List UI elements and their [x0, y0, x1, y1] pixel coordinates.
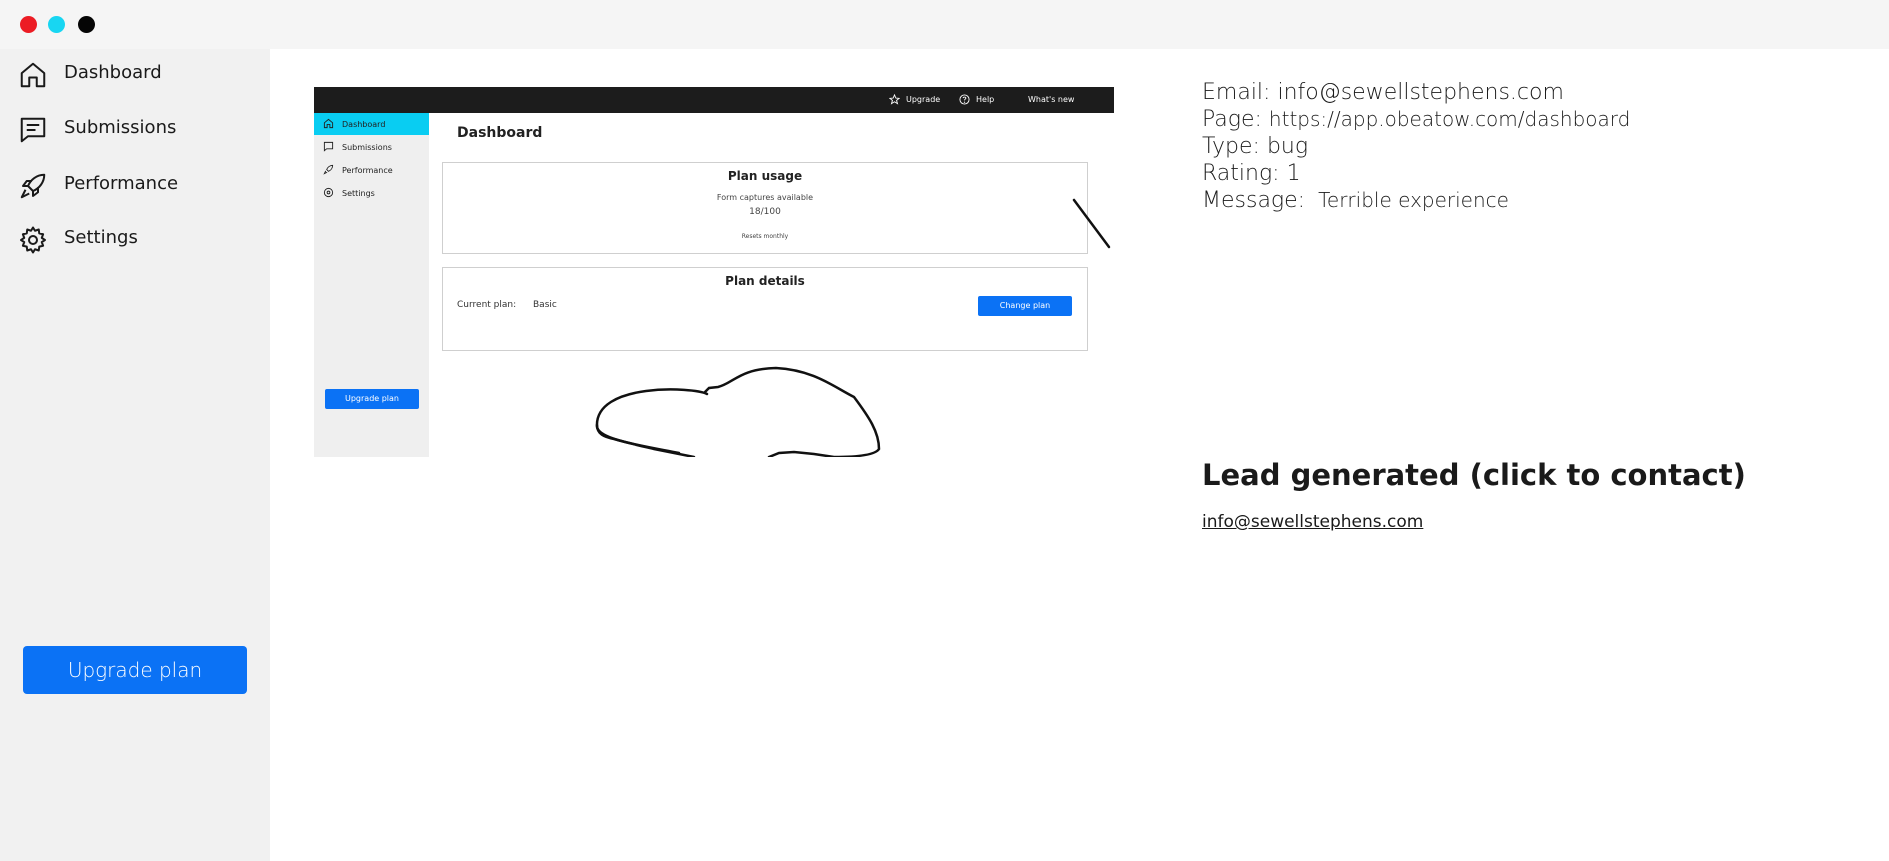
email-label: Email: — [1202, 80, 1271, 105]
page-value: https://app.obeatow.com/dashboard — [1268, 107, 1631, 131]
message-label: Message: — [1202, 188, 1306, 213]
sidebar-item-label: Performance — [64, 173, 179, 194]
type-row: Type: bug — [1202, 134, 1630, 161]
rating-row: Rating: 1 — [1202, 161, 1630, 188]
upgrade-plan-button[interactable]: Upgrade plan — [23, 646, 247, 694]
message-value: Terrible experience — [1318, 188, 1509, 212]
sidebar-item-label: Submissions — [64, 117, 177, 138]
type-value: bug — [1266, 134, 1309, 159]
sidebar-item-performance[interactable]: Performance — [0, 163, 270, 207]
home-icon — [20, 62, 46, 88]
rating-value: 1 — [1286, 161, 1301, 186]
message-square-icon — [20, 117, 46, 143]
type-label: Type: — [1202, 134, 1260, 159]
annotation-scribble — [595, 198, 1111, 457]
gear-icon — [20, 226, 46, 254]
lead-email-link[interactable]: info@sewellstephens.com — [1202, 512, 1423, 532]
sidebar-item-submissions[interactable]: Submissions — [0, 107, 270, 151]
sidebar-item-label: Dashboard — [64, 62, 162, 83]
rocket-icon — [20, 173, 46, 199]
lead-title: Lead generated (click to contact) — [1202, 458, 1746, 492]
email-row: Email: info@sewellstephens.com — [1202, 80, 1630, 107]
feedback-details: Email: info@sewellstephens.com Page: htt… — [1202, 80, 1630, 215]
maximize-window-button[interactable] — [78, 16, 95, 33]
sidebar: Dashboard Submissions Performance Settin… — [0, 49, 270, 861]
sidebar-item-dashboard[interactable]: Dashboard — [0, 52, 270, 96]
sidebar-item-label: Settings — [64, 227, 138, 248]
minimize-window-button[interactable] — [48, 16, 65, 33]
page-label: Page: — [1202, 107, 1262, 132]
close-window-button[interactable] — [20, 16, 37, 33]
message-row: Message: Terrible experience — [1202, 188, 1630, 215]
rating-label: Rating: — [1202, 161, 1280, 186]
sidebar-item-settings[interactable]: Settings — [0, 217, 270, 261]
feedback-screenshot: Upgrade Help What's new Dashboard Submis… — [314, 87, 1114, 457]
title-bar — [0, 0, 1889, 49]
email-value: info@sewellstephens.com — [1277, 80, 1564, 105]
page-row: Page: https://app.obeatow.com/dashboard — [1202, 107, 1630, 134]
